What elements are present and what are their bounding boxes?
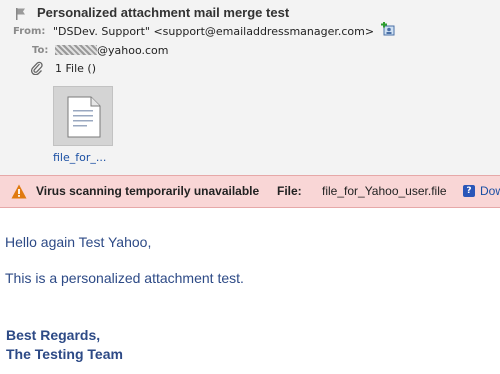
to-address[interactable]: @yahoo.com [55,44,168,57]
flag-icon[interactable] [15,8,27,20]
to-domain: @yahoo.com [97,44,169,57]
from-label: From: [13,26,46,37]
virus-scan-alert: Virus scanning temporarily unavailable F… [0,175,500,208]
signature-line-2: The Testing Team [6,346,123,362]
signature-line-1: Best Regards, [6,327,101,343]
message-header: Personalized attachment mail merge test … [0,0,500,182]
alert-message: Virus scanning temporarily unavailable [36,184,260,198]
to-label: To: [32,45,49,56]
download-link[interactable]: Dow [480,184,500,198]
attachment-count: 1 File () [55,62,96,75]
add-contact-icon[interactable] [381,22,395,36]
body-greeting: Hello again Test Yahoo, [5,234,152,250]
paperclip-icon [31,61,43,75]
warning-icon [11,184,27,199]
attachment-file-link[interactable]: file_for_... [53,151,106,164]
attachment-thumbnail[interactable] [53,86,113,146]
help-icon[interactable]: ? [463,185,475,197]
from-address[interactable]: "DSDev. Support" <support@emailaddressma… [53,25,374,38]
alert-file-name: file_for_Yahoo_user.file [322,184,447,198]
document-icon [67,96,101,138]
redacted-name [55,45,97,55]
body-text: This is a personalized attachment test. [5,270,244,286]
message-subject: Personalized attachment mail merge test [37,5,290,20]
alert-file-label: File: [277,184,302,198]
